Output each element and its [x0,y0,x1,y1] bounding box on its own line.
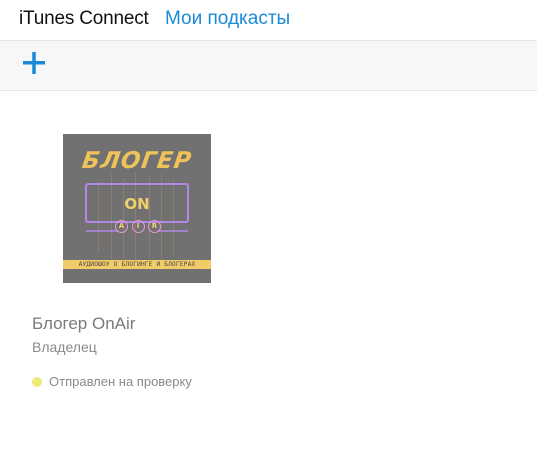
artwork-air-letter: I [131,220,145,233]
status-dot-icon [32,377,42,387]
plus-icon [19,48,49,78]
artwork-band-text: АУДИОШОУ О БЛОГИНГЕ И БЛОГЕРАХ [63,260,211,269]
artwork-air-letter: R [148,220,161,233]
podcast-title[interactable]: Блогер OnAir [32,314,135,334]
artwork-air-letters: A I R [115,220,161,233]
add-podcast-button[interactable] [19,48,49,78]
podcast-artwork[interactable]: БЛОГЕР ON A I R АУДИОШОУ О БЛОГИНГЕ И БЛ… [63,134,211,283]
podcast-card: БЛОГЕР ON A I R АУДИОШОУ О БЛОГИНГЕ И БЛ… [32,134,272,404]
my-podcasts-link[interactable]: Мои подкасты [165,8,290,30]
podcast-role: Владелец [32,339,97,355]
status-text: Отправлен на проверку [49,374,192,389]
toolbar [0,40,537,91]
artwork-on-label: ON [124,195,150,213]
top-header: iTunes Connect Мои подкасты [0,0,537,40]
artwork-air-letter: A [115,220,128,233]
artwork-title: БЛОГЕР [80,148,194,174]
app-brand: iTunes Connect [19,8,149,29]
